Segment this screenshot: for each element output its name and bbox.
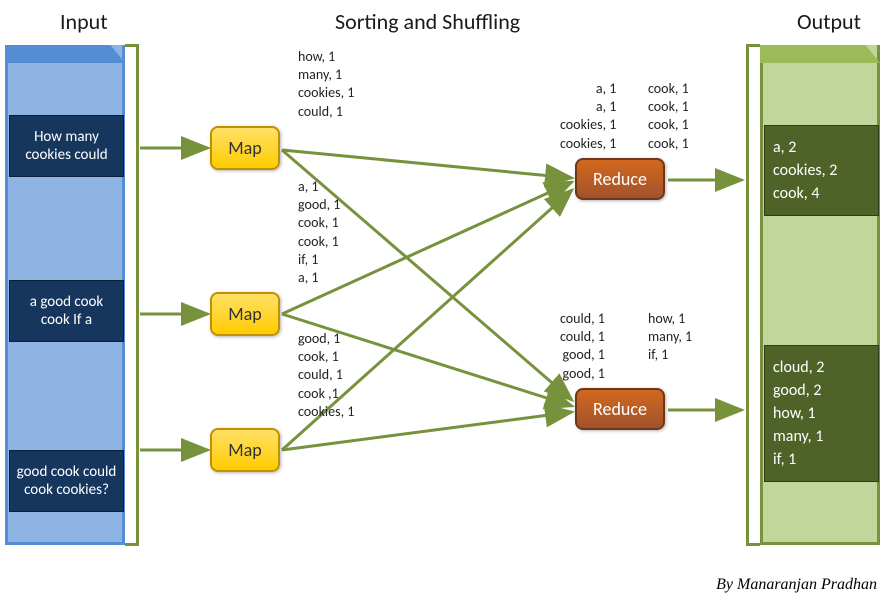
- output-block-2: cloud, 2 good, 2 how, 1 many, 1 if, 1: [764, 345, 879, 482]
- input-document: How many cookies could a good cook cook …: [5, 45, 137, 545]
- output-header: Output: [797, 8, 861, 35]
- shuffle-header: Sorting and Shuffling: [335, 8, 520, 35]
- output-document: a, 2 cookies, 2 cook, 4 cloud, 2 good, 2…: [760, 45, 882, 545]
- input-split-2: a good cook cook If a: [9, 280, 124, 342]
- input-split-3: good cook could cook cookies?: [9, 450, 124, 512]
- reduce-input-2b: how, 1many, 1if, 1: [648, 310, 692, 365]
- input-bracket: [125, 44, 139, 546]
- map-output-2: a, 1good, 1cook, 1cook, 1if, 1a, 1: [298, 178, 340, 287]
- reduce-input-1a: a, 1a, 1cookies, 1cookies, 1: [560, 80, 616, 153]
- map-node-2: Map: [210, 292, 280, 336]
- input-split-1: How many cookies could: [9, 115, 124, 177]
- map-node-3: Map: [210, 428, 280, 472]
- output-block-1: a, 2 cookies, 2 cook, 4: [764, 125, 879, 216]
- map-output-1: how, 1many, 1cookies, 1could, 1: [298, 48, 354, 121]
- map-node-1: Map: [210, 126, 280, 170]
- reduce-input-2a: could, 1could, 1good, 1good, 1: [560, 310, 605, 383]
- credit-text: By Manaranjan Pradhan: [716, 576, 877, 594]
- reduce-node-2: Reduce: [575, 388, 665, 430]
- output-bracket: [746, 44, 760, 546]
- reduce-node-1: Reduce: [575, 158, 665, 200]
- input-header: Input: [60, 8, 108, 35]
- output-fold-icon: [760, 45, 880, 63]
- map-output-3: good, 1cook, 1could, 1cook ,1cookies, 1: [298, 330, 354, 421]
- reduce-input-1b: cook, 1cook, 1cook, 1cook, 1: [648, 80, 689, 153]
- input-fold-icon: [5, 45, 125, 63]
